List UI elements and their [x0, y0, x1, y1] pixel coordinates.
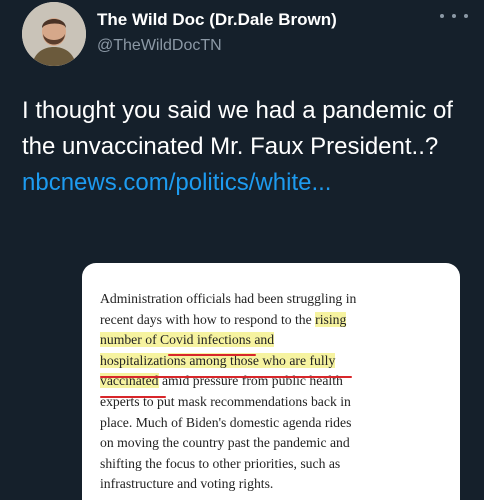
tweet: The Wild Doc (Dr.Dale Brown) @TheWildDoc…: [0, 0, 484, 500]
article-line: hospitalizations among those who are ful…: [100, 351, 448, 372]
more-horizontal-icon[interactable]: [440, 8, 468, 24]
avatar-photo: [22, 2, 86, 66]
article-line: recent days with how to respond to the r…: [100, 310, 448, 331]
dot: [464, 14, 468, 18]
article-line: place. Much of Biden's domestic agenda r…: [100, 414, 352, 430]
red-underline: [168, 354, 256, 356]
author-handle[interactable]: @TheWildDocTN: [97, 37, 222, 55]
tweet-media-image[interactable]: Administration officials had been strugg…: [82, 263, 460, 500]
article-line: number of Covid infections and: [100, 330, 448, 351]
article-line: shifting the focus to other priorities, …: [100, 455, 341, 471]
article-text: recent days with how to respond to the: [100, 311, 316, 327]
red-underline: [100, 396, 166, 398]
article-excerpt: Administration officials had been strugg…: [100, 289, 448, 495]
avatar[interactable]: [22, 2, 86, 66]
red-underline: [100, 376, 352, 378]
highlighted-text: number of Covid infections and: [100, 332, 275, 348]
highlighted-text: rising: [315, 311, 347, 327]
article-line: Administration officials had been strugg…: [100, 291, 357, 306]
article-line: infrastructure and voting rights.: [100, 476, 274, 492]
tweet-body: I thought you said we had a pandemic of …: [22, 97, 453, 160]
article-link[interactable]: nbcnews.com/politics/white...: [22, 169, 331, 196]
article-line: on moving the country past the pandemic …: [100, 435, 350, 451]
tweet-text: I thought you said we had a pandemic of …: [22, 93, 472, 201]
dot: [440, 14, 444, 18]
author-display-name[interactable]: The Wild Doc (Dr.Dale Brown): [97, 10, 337, 30]
article-line: vaccinated amid pressure from public hea…: [100, 371, 448, 392]
dot: [452, 14, 456, 18]
